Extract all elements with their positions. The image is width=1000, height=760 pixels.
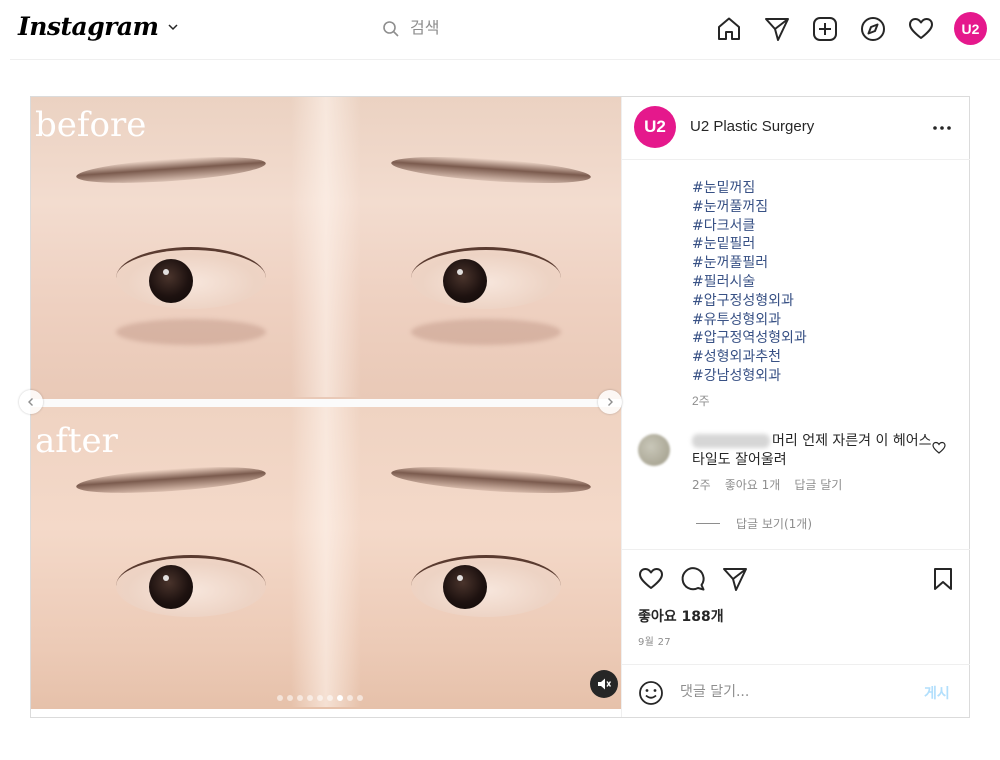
hashtag-link[interactable]: #필러시술 xyxy=(692,273,952,292)
comment-reply-button[interactable]: 답글 달기 xyxy=(794,476,842,493)
chevron-left-icon xyxy=(28,398,33,406)
right-under-eye-shadow xyxy=(411,319,561,345)
instagram-logo[interactable]: Instagram xyxy=(18,12,179,41)
carousel-dot[interactable] xyxy=(307,695,313,701)
after-image: after xyxy=(31,407,621,709)
profile-avatar[interactable]: U2 xyxy=(954,12,987,45)
add-comment-bar: 게시 xyxy=(622,664,970,718)
search-input[interactable] xyxy=(410,20,590,38)
carousel-dot[interactable] xyxy=(297,695,303,701)
carousel-dot[interactable] xyxy=(277,695,283,701)
view-replies-label: 답글 보기(1개) xyxy=(736,517,813,531)
carousel-indicator xyxy=(277,695,363,701)
comment-timestamp: 2주 xyxy=(692,478,711,492)
bookmark-icon[interactable] xyxy=(930,566,956,592)
explore-icon[interactable] xyxy=(858,13,887,45)
post-actions: 좋아요 188개 9월 27 xyxy=(622,549,970,664)
left-eye-highlight xyxy=(163,575,169,581)
right-iris xyxy=(443,259,487,303)
nose-highlight xyxy=(291,407,361,707)
commenter-avatar[interactable] xyxy=(638,434,670,466)
new-post-icon[interactable] xyxy=(810,13,839,45)
comment-meta: 2주 좋아요 1개 답글 달기 xyxy=(692,476,842,493)
hashtag-link[interactable]: #눈밑꺼짐 xyxy=(692,179,952,198)
author-username[interactable]: U2 Plastic Surgery xyxy=(690,118,814,135)
post-comment-button[interactable]: 게시 xyxy=(924,683,950,703)
activity-heart-icon[interactable] xyxy=(906,13,935,45)
left-eyebrow xyxy=(75,152,267,188)
emoji-smiley-icon[interactable] xyxy=(638,680,664,706)
share-send-icon[interactable] xyxy=(722,566,748,592)
hashtag-link[interactable]: #눈꺼풀꺼짐 xyxy=(692,198,952,217)
carousel-dot[interactable] xyxy=(327,695,333,701)
author-avatar[interactable]: U2 xyxy=(634,106,676,148)
carousel-dot[interactable] xyxy=(357,695,363,701)
caption-timestamp: 2주 xyxy=(692,394,710,408)
comment-bubble-icon[interactable] xyxy=(680,566,706,592)
post-date: 9월 27 xyxy=(638,637,671,648)
like-heart-icon[interactable] xyxy=(638,566,664,592)
more-horizontal-icon xyxy=(933,126,951,130)
right-eye-highlight xyxy=(457,575,463,581)
nose-highlight xyxy=(291,97,361,397)
left-iris xyxy=(149,565,193,609)
more-options-button[interactable] xyxy=(930,118,954,138)
post-card: before after U2 U2 Plastic Surgery #눈밑꺼짐… xyxy=(19,96,970,718)
right-eyebrow xyxy=(390,462,592,498)
hashtag-link[interactable]: #눈밑필러 xyxy=(692,235,952,254)
speaker-muted-icon xyxy=(598,678,611,690)
post-header: U2 U2 Plastic Surgery xyxy=(622,97,970,160)
comment-text: 머리 언제 자른겨 이 헤어스타일도 잘어울려 xyxy=(692,433,932,468)
carousel-dot[interactable] xyxy=(287,695,293,701)
chevron-right-icon xyxy=(608,398,613,406)
hashtag-link[interactable]: #눈꺼풀필러 xyxy=(692,254,952,273)
view-replies-button[interactable]: 답글 보기(1개) xyxy=(696,515,812,532)
after-label: after xyxy=(35,421,118,461)
hashtag-link[interactable]: #강남성형외과 xyxy=(692,367,952,386)
comment-likes-count[interactable]: 좋아요 1개 xyxy=(725,476,781,493)
hashtag-link[interactable]: #유투성형외과 xyxy=(692,311,952,330)
carousel-dot[interactable] xyxy=(347,695,353,701)
left-eye-highlight xyxy=(163,269,169,275)
post-side-panel: U2 U2 Plastic Surgery #눈밑꺼짐 #눈꺼풀꺼짐 #다크서클… xyxy=(621,97,970,718)
home-icon[interactable] xyxy=(714,13,743,45)
post-caption: #눈밑꺼짐 #눈꺼풀꺼짐 #다크서클 #눈밑필러 #눈꺼풀필러 #필러시술 #압… xyxy=(692,179,952,386)
chevron-down-icon xyxy=(167,23,178,30)
right-eye-highlight xyxy=(457,269,463,275)
nav-icons: U2 xyxy=(714,12,987,45)
right-iris xyxy=(443,565,487,609)
before-label: before xyxy=(35,105,147,145)
hashtag-link[interactable]: #압구정역성형외과 xyxy=(692,329,952,348)
before-image: before xyxy=(31,97,621,399)
hashtag-link[interactable]: #성형외과추천 xyxy=(692,348,952,367)
comment-input[interactable] xyxy=(680,680,900,704)
left-iris xyxy=(149,259,193,303)
replies-line-divider xyxy=(696,523,720,524)
carousel-dot-active[interactable] xyxy=(337,695,343,701)
direct-message-icon[interactable] xyxy=(762,13,791,45)
left-eyebrow xyxy=(75,462,267,498)
post-likes-count[interactable]: 좋아요 188개 xyxy=(638,606,724,626)
carousel-dot[interactable] xyxy=(317,695,323,701)
hashtag-link[interactable]: #압구정성형외과 xyxy=(692,292,952,311)
left-under-eye-shadow xyxy=(116,319,266,345)
carousel-prev-button[interactable] xyxy=(19,390,43,414)
mute-button[interactable] xyxy=(590,670,618,698)
post-media[interactable]: before after xyxy=(31,97,621,709)
before-after-divider xyxy=(31,399,621,407)
right-eyebrow xyxy=(390,152,592,188)
comment-like-icon[interactable] xyxy=(932,441,946,455)
top-navigation-bar: Instagram U2 xyxy=(10,0,1000,60)
hashtag-link[interactable]: #다크서클 xyxy=(692,217,952,236)
carousel-next-button[interactable] xyxy=(598,390,622,414)
search-bar[interactable] xyxy=(382,16,612,42)
action-icons xyxy=(638,566,748,592)
search-icon xyxy=(383,21,399,37)
logo-text: Instagram xyxy=(18,12,159,41)
